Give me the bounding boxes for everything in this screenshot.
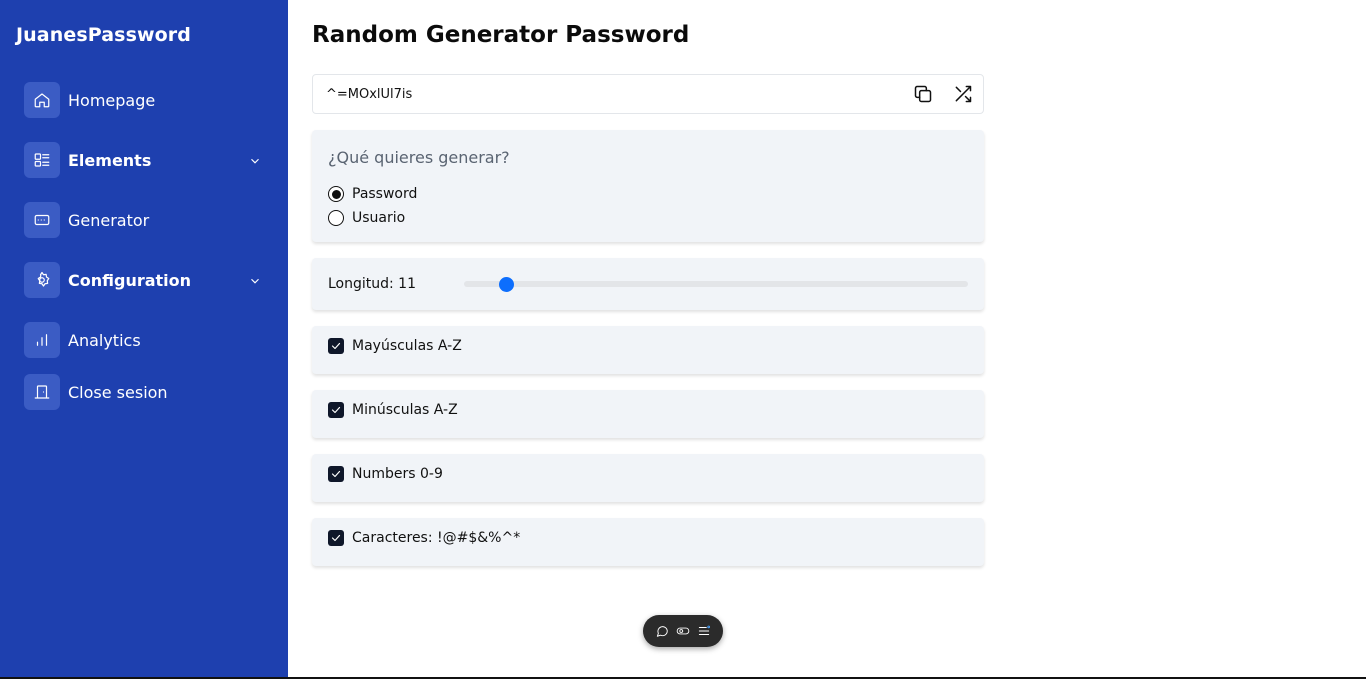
keyboard-icon	[24, 202, 60, 238]
sidebar-item-analytics[interactable]: Analytics	[24, 322, 268, 358]
length-slider[interactable]	[464, 277, 968, 292]
check-icon	[331, 342, 341, 350]
checkbox[interactable]	[328, 466, 344, 482]
sidebar-item-label: Homepage	[68, 90, 156, 110]
sidebar-item-close-sesion[interactable]: Close sesion	[24, 374, 268, 410]
checkbox-label: Numbers 0-9	[352, 466, 443, 482]
option-card-uppercase: Mayúsculas A-Z	[312, 326, 984, 374]
toggle-button[interactable]	[674, 622, 692, 640]
menu-button[interactable]	[695, 622, 713, 640]
brand-logo[interactable]: JuanesPassword	[16, 24, 191, 46]
list-icon	[24, 142, 60, 178]
sidebar-item-label: Generator	[68, 210, 150, 230]
mode-question: ¿Qué quieres generar?	[328, 148, 510, 167]
checkbox[interactable]	[328, 530, 344, 546]
radio-label: Password	[352, 186, 418, 202]
shuffle-icon	[955, 85, 972, 103]
checkbox-label: Minúsculas A-Z	[352, 402, 458, 418]
check-icon	[331, 406, 341, 414]
menu-icon	[699, 625, 711, 635]
copy-icon	[914, 85, 932, 103]
comment-button[interactable]	[653, 622, 671, 640]
check-icon	[331, 470, 341, 478]
check-icon	[331, 534, 341, 542]
sidebar-item-configuration[interactable]: Configuration	[24, 262, 268, 298]
checkbox-numbers[interactable]: Numbers 0-9	[328, 466, 443, 482]
toggle-icon	[676, 627, 690, 635]
checkbox-symbols[interactable]: Caracteres: !@#$&%^*	[328, 530, 520, 546]
shuffle-button[interactable]	[943, 75, 983, 113]
chevron-down-icon[interactable]	[248, 153, 262, 167]
option-card-lowercase: Minúsculas A-Z	[312, 390, 984, 438]
sidebar-item-label: Elements	[68, 150, 152, 170]
length-label: Longitud: 11	[328, 276, 416, 292]
app-root: JuanesPassword Homepage Elements Generat…	[0, 0, 1366, 679]
sidebar-item-label: Configuration	[68, 270, 192, 290]
checkbox-uppercase[interactable]: Mayúsculas A-Z	[328, 338, 462, 354]
floating-toolbar	[643, 615, 723, 647]
radio-password[interactable]: Password	[328, 186, 417, 202]
checkbox[interactable]	[328, 402, 344, 418]
chevron-down-icon[interactable]	[248, 273, 262, 287]
page-title: Random Generator Password	[312, 22, 690, 48]
door-icon	[24, 374, 60, 410]
checkbox-lowercase[interactable]: Minúsculas A-Z	[328, 402, 458, 418]
sidebar: JuanesPassword Homepage Elements Generat…	[0, 0, 288, 679]
password-value[interactable]: ^=MOxlUl7is	[313, 87, 903, 102]
copy-button[interactable]	[903, 75, 943, 113]
radio-usuario[interactable]: Usuario	[328, 210, 405, 226]
sidebar-item-label: Analytics	[68, 330, 141, 350]
radio-button[interactable]	[328, 186, 344, 202]
checkbox-label: Caracteres: !@#$&%^*	[352, 530, 521, 546]
checkbox[interactable]	[328, 338, 344, 354]
gear-icon	[24, 262, 60, 298]
home-icon	[24, 82, 60, 118]
checkbox-label: Mayúsculas A-Z	[352, 338, 462, 354]
mode-card: ¿Qué quieres generar? Password Usuario	[312, 130, 984, 242]
sidebar-item-label: Close sesion	[68, 382, 168, 402]
sidebar-item-elements[interactable]: Elements	[24, 142, 268, 178]
chat-bubble-icon	[656, 626, 668, 637]
password-output: ^=MOxlUl7is	[312, 74, 984, 114]
radio-selected-dot	[331, 189, 341, 199]
sidebar-item-generator[interactable]: Generator	[24, 202, 268, 238]
radio-label: Usuario	[352, 210, 406, 226]
option-card-numbers: Numbers 0-9	[312, 454, 984, 502]
radio-button[interactable]	[328, 210, 344, 226]
slider-thumb[interactable]	[499, 277, 515, 292]
bar-chart-icon	[24, 322, 60, 358]
sidebar-item-homepage[interactable]: Homepage	[24, 82, 268, 118]
option-card-symbols: Caracteres: !@#$&%^*	[312, 518, 984, 566]
length-card: Longitud: 11	[312, 258, 984, 310]
